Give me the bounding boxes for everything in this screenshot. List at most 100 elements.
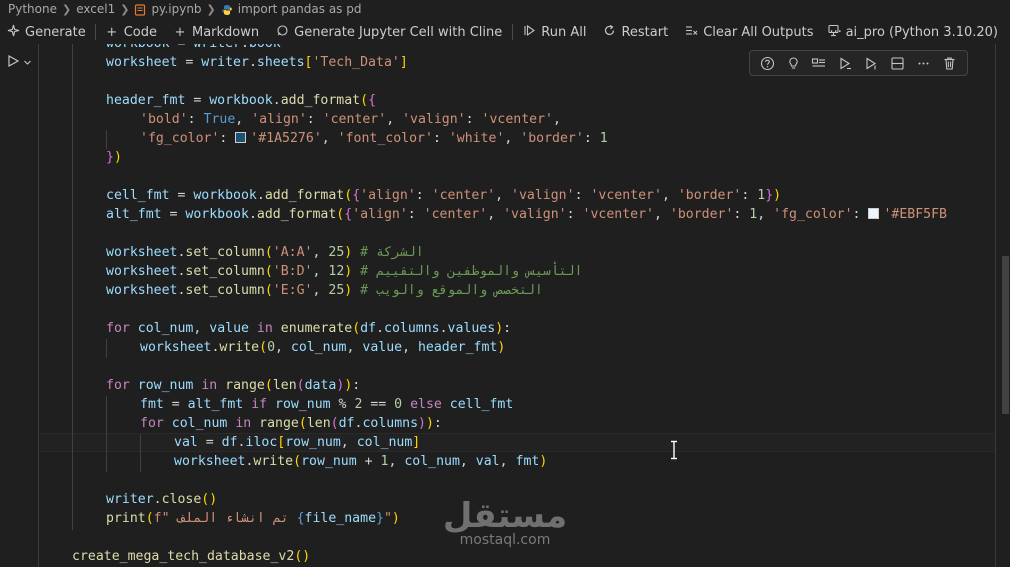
code-token: 'center' [423, 207, 488, 222]
run-below-icon[interactable] [861, 53, 883, 73]
run-above-icon[interactable] [834, 53, 856, 73]
code-token: 'center' [431, 188, 496, 203]
code-token: . [153, 492, 162, 507]
generate-jupyter-cell-cline-button[interactable]: Generate Jupyter Cell with Cline [275, 24, 502, 41]
code-token: 'bold' [140, 112, 188, 127]
code-token: = [170, 44, 194, 51]
code-token: 'align' [360, 188, 416, 203]
code-token: , [495, 188, 512, 203]
code-label: Code [123, 24, 157, 40]
code-token: ( [264, 264, 273, 279]
code-token: 25 [328, 245, 345, 260]
code-line[interactable]: for col_num, value in enumerate(df.colum… [106, 319, 511, 338]
code-token: ( [296, 378, 305, 393]
code-token: ( [360, 93, 369, 108]
generate-label: Generate [25, 24, 86, 40]
code-token: worksheet [106, 245, 178, 260]
chevron-down-icon[interactable] [23, 56, 32, 70]
code-line[interactable]: writer.close() [106, 490, 217, 509]
add-markdown-cell-button[interactable]: + Markdown [173, 25, 260, 40]
code-token: . [237, 435, 246, 450]
delete-icon[interactable] [939, 53, 961, 73]
code-token: , [459, 454, 476, 469]
code-token: , [757, 207, 774, 222]
code-line[interactable]: worksheet = writer.sheets['Tech_Data'] [106, 53, 408, 72]
code-token: 'vcenter' [481, 112, 553, 127]
lightbulb-icon[interactable] [782, 53, 804, 73]
code-token: '#1A5276' [250, 131, 322, 146]
code-token: range [225, 378, 265, 393]
code-line[interactable]: }) [106, 148, 122, 167]
code-token: ( [330, 416, 339, 431]
notebook-file-icon [134, 4, 146, 16]
split-cell-icon[interactable] [887, 53, 909, 73]
help-icon[interactable] [756, 53, 778, 73]
code-line[interactable]: fmt = alt_fmt if row_num % 2 == 0 else c… [140, 395, 513, 414]
code-token: ( [145, 511, 154, 526]
breadcrumb-item-subfolder[interactable]: excel1 [76, 2, 115, 16]
code-line[interactable]: val = df.iloc[row_num, col_num] [174, 433, 420, 452]
code-token: ( [264, 283, 273, 298]
code-token: { [296, 511, 305, 526]
color-swatch[interactable] [868, 208, 880, 219]
indent-guide [106, 339, 107, 358]
code-line[interactable]: 'fg_color': '#1A5276', 'font_color': 'wh… [140, 129, 608, 148]
code-line[interactable]: cell_fmt = workbook.add_format({'align':… [106, 186, 781, 205]
code-token: } [106, 150, 114, 165]
code-token: , [402, 340, 418, 355]
code-token: ) [391, 511, 400, 526]
breadcrumb-item-file[interactable]: py.ipynb [151, 2, 201, 16]
code-line[interactable]: worksheet.set_column('E:G', 25) # التخصص… [106, 281, 543, 300]
code-line[interactable]: workbook = writer.book [106, 44, 281, 53]
code-token: , [499, 454, 516, 469]
code-token: . [248, 207, 257, 222]
code-token: len [272, 378, 297, 393]
run-all-button[interactable]: Run All [522, 24, 586, 41]
code-line[interactable]: worksheet.write(row_num + 1, col_num, va… [174, 452, 547, 471]
code-token: 'valign' [503, 207, 567, 222]
color-swatch[interactable] [235, 132, 247, 143]
restart-button[interactable]: Restart [602, 24, 668, 41]
generate-button[interactable]: Generate [6, 24, 86, 41]
code-token: 25 [328, 283, 345, 298]
more-icon[interactable] [913, 53, 935, 73]
vertical-scrollbar[interactable] [1002, 44, 1010, 567]
code-token: , [193, 321, 210, 336]
code-token: 'border' [520, 131, 584, 146]
code-line[interactable]: alt_fmt = workbook.add_format({'align': … [106, 205, 947, 224]
code-token: : [741, 188, 758, 203]
code-token: print [106, 511, 146, 526]
code-token: write [253, 454, 294, 469]
code-line[interactable]: for row_num in range(len(data)): [106, 376, 360, 395]
kernel-picker[interactable]: ai_pro (Python 3.10.20) [827, 20, 998, 44]
code-line[interactable]: for col_num in range(len(df.columns)): [140, 414, 442, 433]
code-token: workbook [209, 93, 273, 108]
add-code-cell-button[interactable]: + Code [105, 25, 157, 40]
run-cell-icon[interactable] [6, 54, 20, 71]
cline-icon [275, 24, 289, 41]
code-line[interactable]: worksheet.set_column('A:A', 25) # الشركة [106, 243, 424, 262]
breadcrumb-item-cell[interactable]: import pandas as pd [238, 2, 362, 16]
code-token: columns [384, 321, 440, 336]
code-line[interactable]: print(f" تم انشاء الملف {file_name}") [106, 509, 400, 528]
code-token: ( [344, 188, 353, 203]
code-token: workbook [193, 188, 257, 203]
code-token: , [487, 207, 504, 222]
code-token: , [386, 112, 403, 127]
code-line[interactable]: header_fmt = workbook.add_format({ [106, 91, 376, 110]
code-line[interactable]: 'bold': True, 'align': 'center', 'valign… [140, 110, 561, 129]
code-line[interactable]: create_mega_tech_database_v2() [72, 547, 310, 566]
breadcrumb-item-folder[interactable]: Pythone [8, 2, 57, 16]
code-line[interactable]: worksheet.write(0, col_num, value, heade… [140, 338, 505, 357]
scrollbar-thumb[interactable] [1002, 256, 1009, 414]
variables-icon[interactable] [808, 53, 830, 73]
clear-all-outputs-button[interactable]: Clear All Outputs [684, 24, 814, 41]
code-token: alt_fmt [187, 397, 244, 412]
run-all-label: Run All [541, 24, 587, 40]
code-token: fmt [515, 454, 540, 469]
code-line[interactable]: worksheet.set_column('B:D', 12) # التأسي… [106, 262, 582, 281]
